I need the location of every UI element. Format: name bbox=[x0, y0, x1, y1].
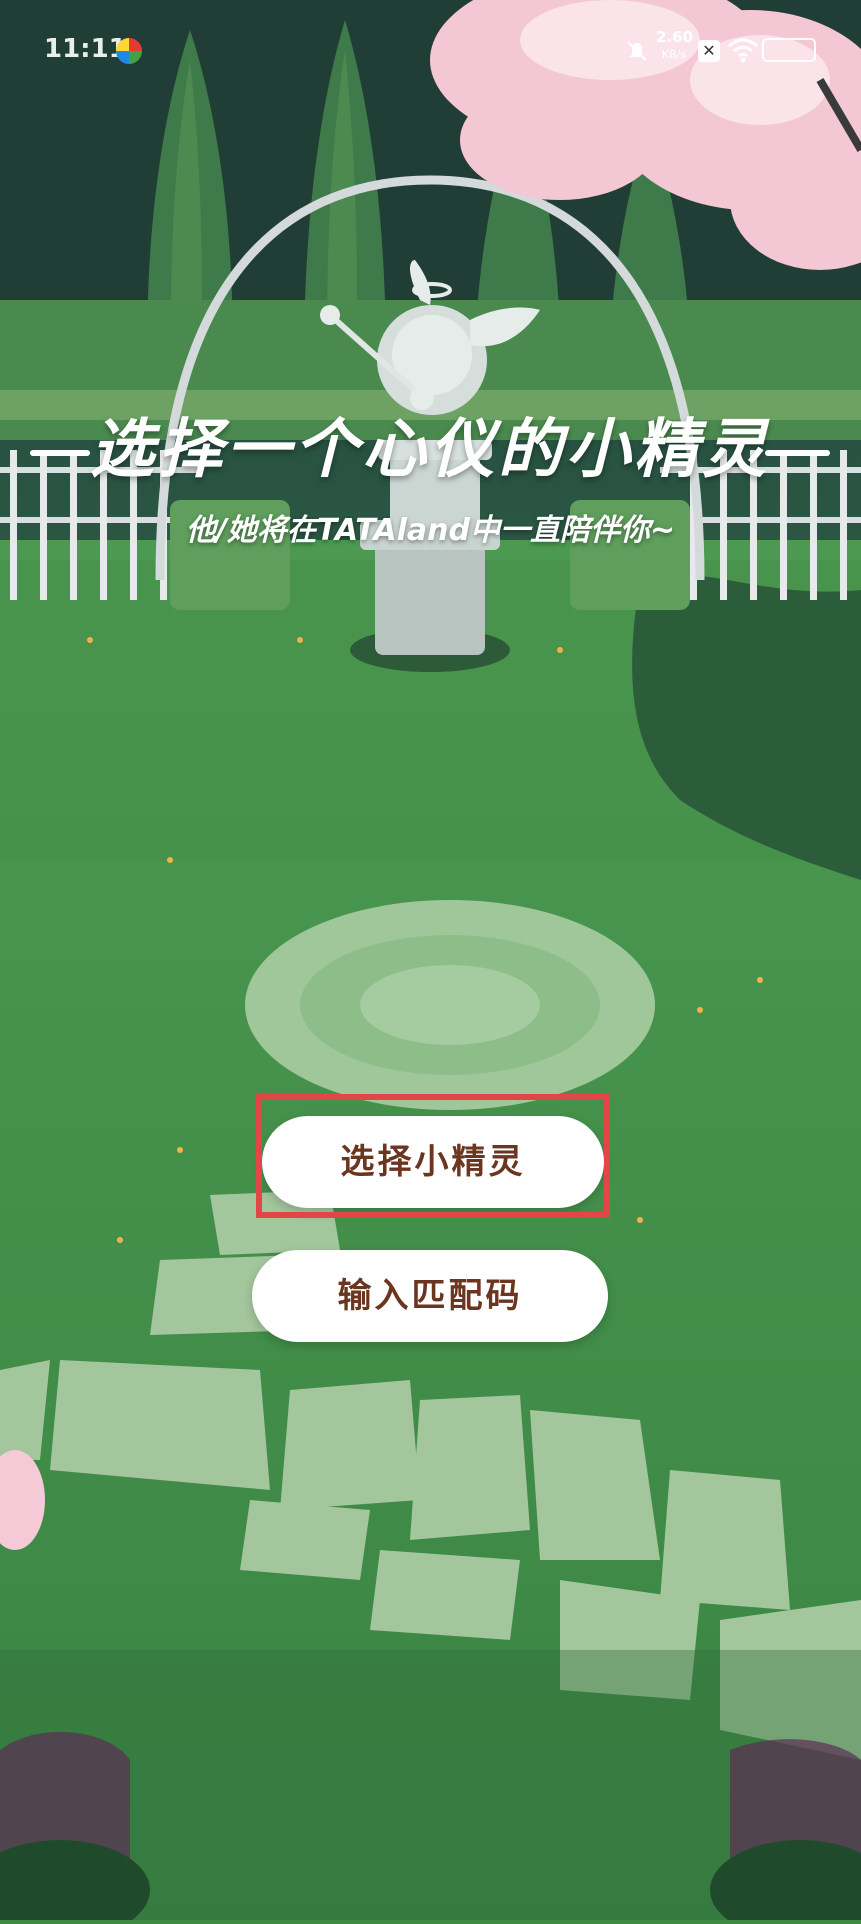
app-notification-icon bbox=[116, 38, 142, 64]
wifi-icon bbox=[728, 38, 758, 63]
garden-background bbox=[0, 0, 861, 1924]
status-time: 11:11 bbox=[44, 34, 127, 64]
select-sprite-button[interactable]: 选择小精灵 bbox=[262, 1116, 604, 1208]
title-decor-line-right bbox=[765, 450, 830, 456]
page-title: 选择一个心仪的小精灵 bbox=[90, 413, 770, 487]
network-speed-value: 2.60 bbox=[656, 28, 694, 46]
status-bar: 11:11 2.60 KB/s ✕ bbox=[0, 0, 861, 100]
enter-match-code-button[interactable]: 输入匹配码 bbox=[252, 1250, 608, 1342]
title-block: 选择一个心仪的小精灵 bbox=[0, 400, 861, 510]
mute-icon bbox=[627, 41, 647, 61]
network-speed-unit: KB/s bbox=[661, 48, 687, 61]
title-decor-line-left bbox=[30, 450, 90, 456]
sim-icon: ✕ bbox=[698, 40, 720, 62]
garden-illustration bbox=[0, 0, 861, 1924]
battery-icon bbox=[762, 38, 816, 62]
page-subtitle: 他/她将在TATAland中一直陪伴你~ bbox=[185, 513, 676, 548]
network-speed: 2.60 KB/s bbox=[656, 28, 694, 61]
